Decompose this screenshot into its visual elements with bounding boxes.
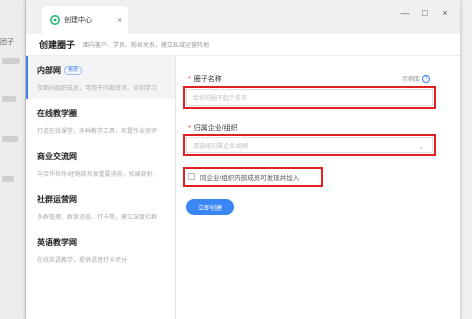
maximize-icon[interactable]: □ — [420, 8, 430, 18]
sidebar-item-name: 英语教学网 — [37, 238, 77, 247]
sidebar-item-name: 在线教学圈 — [37, 109, 77, 118]
sidebar-item-desc: 多群管理、群发消息、打卡等，建立深度社群 — [37, 215, 158, 221]
background-bar — [2, 58, 20, 64]
circle-name-input[interactable]: 给你的圈子起个名字 — [186, 89, 433, 106]
sidebar-item-name: 社群运营网 — [37, 195, 77, 204]
circle-name-label-text: 圈子名称 — [193, 76, 222, 83]
sidebar-item-desc: 打造在线课堂，多种教学工具，布置作业测评 — [37, 129, 158, 135]
title-bar: 创建中心 × — □ × — [26, 0, 460, 34]
page-title: 创建圈子 — [39, 40, 76, 50]
sidebar-item-desc: 在线英语教学，提供语音打卡评分 — [37, 258, 128, 264]
background-bar — [2, 136, 18, 142]
required-mark: * — [188, 125, 191, 132]
minimize-icon[interactable]: — — [400, 8, 410, 18]
create-circle-window: 创建中心 × — □ × 创建圈子 面向客户、学员、粉丝关系，建立私域运营阵地 … — [26, 0, 460, 319]
create-form: * 圈子名称 示例库 ? 给你的圈子起个名字 * 归属企业/组织 请选择归属企业/组… — [176, 56, 460, 319]
org-label: * 归属企业/组织 — [188, 123, 238, 133]
content-body: 内部网 免费 仅面向组织成员，可用于内部资讯、培训学习 在线教学圈 打造在线课堂… — [26, 56, 460, 319]
example-help-text: 示例库 — [402, 77, 421, 83]
sidebar-item-business-exchange[interactable]: 商业交流网 与合作伙伴/经销商共享重要消息，拓展商机 — [26, 142, 175, 185]
org-label-text: 归属企业/组织 — [193, 125, 238, 132]
background-bar — [2, 96, 16, 102]
background-right — [460, 0, 472, 319]
sidebar-item-title-row: 内部网 免费 — [37, 65, 175, 76]
org-select-placeholder: 请选择归属企业/组织 — [193, 143, 249, 150]
create-button[interactable]: 立即创建 — [186, 199, 234, 215]
close-icon[interactable]: × — [440, 8, 450, 18]
app-logo-icon — [50, 15, 60, 25]
circle-type-list: 内部网 免费 仅面向组织成员，可用于内部资讯、培训学习 在线教学圈 打造在线课堂… — [26, 56, 176, 319]
sidebar-item-name: 内部网 — [37, 66, 61, 75]
sidebar-item-internal-network[interactable]: 内部网 免费 仅面向组织成员，可用于内部资讯、培训学习 — [26, 56, 175, 99]
background-app: 团子 — [0, 0, 26, 319]
window-controls: — □ × — [400, 8, 450, 18]
org-select[interactable]: 请选择归属企业/组织 ⌄ — [186, 137, 433, 153]
sidebar-item-desc: 仅面向组织成员，可用于内部资讯、培训学习 — [37, 86, 158, 92]
background-bar — [2, 176, 14, 182]
discoverable-checkbox[interactable] — [188, 173, 195, 180]
page-header: 创建圈子 面向客户、学员、粉丝关系，建立私域运营阵地 — [26, 34, 460, 56]
sidebar-item-name: 商业交流网 — [37, 152, 77, 161]
free-badge: 免费 — [64, 66, 83, 75]
circle-name-placeholder: 给你的圈子起个名字 — [193, 96, 248, 102]
example-help[interactable]: 示例库 ? — [402, 74, 431, 83]
required-mark: * — [188, 76, 191, 83]
page-subtitle: 面向客户、学员、粉丝关系，建立私域运营阵地 — [83, 43, 210, 49]
chevron-down-icon: ⌄ — [418, 144, 424, 151]
sidebar-item-english-teaching[interactable]: 英语教学网 在线英语教学，提供语音打卡评分 — [26, 228, 175, 271]
question-icon: ? — [422, 74, 431, 83]
sidebar-item-community-ops[interactable]: 社群运营网 多群管理、群发消息、打卡等，建立深度社群 — [26, 185, 175, 228]
tab-close-icon[interactable]: × — [117, 16, 122, 25]
background-text: 团子 — [0, 39, 14, 46]
tab-create-center[interactable]: 创建中心 × — [42, 6, 128, 34]
tab-title: 创建中心 — [64, 17, 92, 24]
sidebar-item-online-teaching[interactable]: 在线教学圈 打造在线课堂，多种教学工具，布置作业测评 — [26, 99, 175, 142]
sidebar-item-desc: 与合作伙伴/经销商共享重要消息，拓展商机 — [37, 172, 153, 178]
circle-name-label: * 圈子名称 — [188, 74, 222, 84]
discoverable-checkbox-label[interactable]: 同企业/组织内部成员可发现并加入 — [200, 172, 299, 182]
